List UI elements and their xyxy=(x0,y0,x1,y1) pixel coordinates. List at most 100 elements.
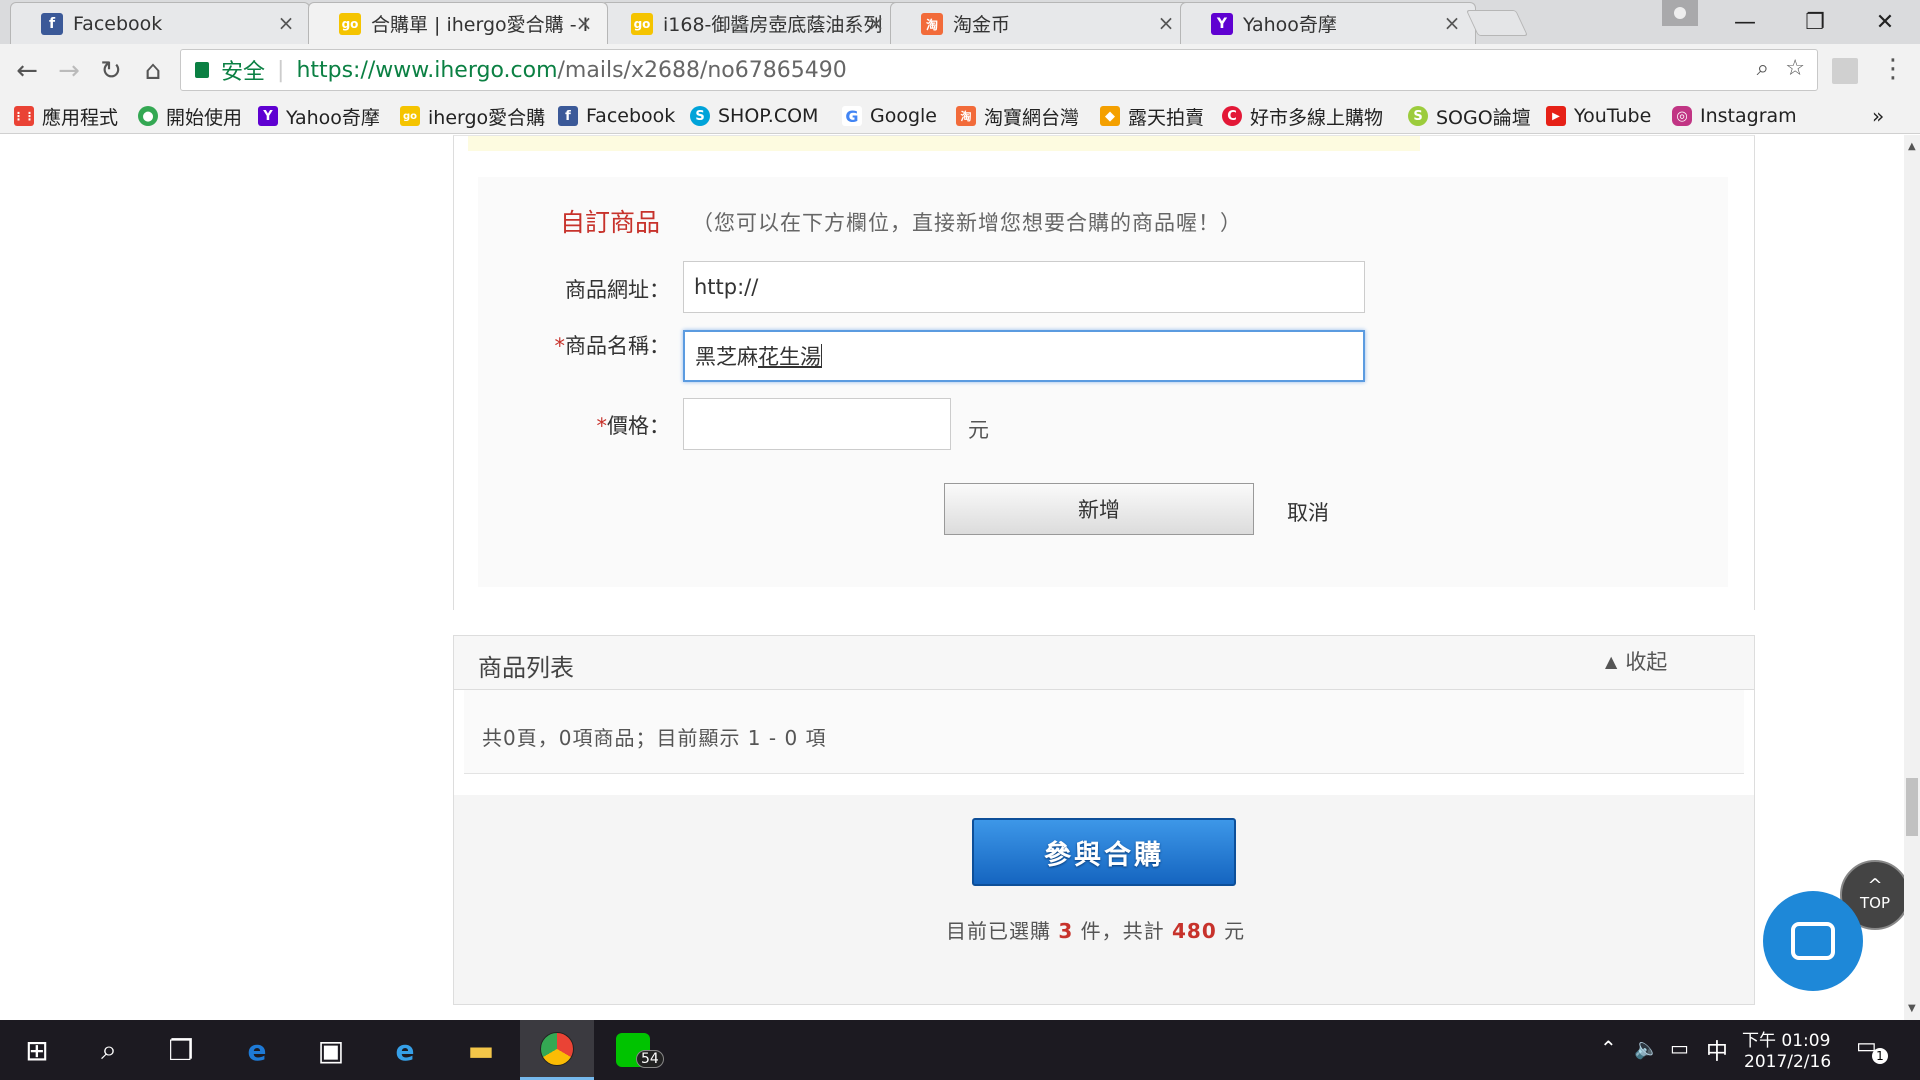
tab-title: Facebook xyxy=(73,12,163,35)
chat-button[interactable] xyxy=(1763,891,1863,991)
window-close-button[interactable]: ✕ xyxy=(1850,0,1920,44)
bookmark-youtube[interactable]: ▶ YouTube xyxy=(1546,100,1651,132)
bookmark-label: 露天拍賣 xyxy=(1128,106,1205,129)
edge-button[interactable]: e xyxy=(220,1020,294,1080)
collapse-toggle[interactable]: ▲ 收起 xyxy=(1605,646,1667,676)
ihergo-icon: go xyxy=(339,13,361,35)
close-icon[interactable]: × xyxy=(571,10,597,36)
forward-button[interactable]: → xyxy=(50,52,88,90)
bookmark-sogo[interactable]: S SOGO論壇 xyxy=(1408,100,1531,132)
youtube-icon: ▶ xyxy=(1546,106,1566,126)
network-icon[interactable]: ▭ xyxy=(1670,1036,1689,1060)
pdf-extension-icon[interactable] xyxy=(1832,58,1858,84)
bookmark-instagram[interactable]: ◎ Instagram xyxy=(1672,100,1797,132)
chrome-icon: ● xyxy=(138,106,158,126)
bookmark-label: 好市多線上購物 xyxy=(1250,106,1384,129)
restore-button[interactable]: ❐ xyxy=(1780,0,1850,44)
close-icon[interactable]: × xyxy=(863,10,889,36)
bookmark-facebook[interactable]: f Facebook xyxy=(558,100,675,132)
clock-time[interactable]: 下午 01:09 xyxy=(1742,1026,1830,1051)
collapse-label: 收起 xyxy=(1625,650,1668,674)
bookmark-shopcom[interactable]: S SHOP.COM xyxy=(690,100,818,132)
bookmark-label: SHOP.COM xyxy=(718,105,819,127)
price-input[interactable] xyxy=(683,398,951,450)
profile-button[interactable] xyxy=(1662,0,1698,26)
scroll-down-icon[interactable]: ▼ xyxy=(1908,1003,1916,1014)
reload-button[interactable]: ↻ xyxy=(92,52,130,90)
reload-icon: ↻ xyxy=(100,56,122,86)
tab-taobao[interactable]: 淘 淘金币 × xyxy=(890,2,1190,44)
star-icon[interactable]: ☆ xyxy=(1785,56,1805,81)
bookmark-label: Facebook xyxy=(586,105,676,127)
back-button[interactable]: ← xyxy=(8,52,46,90)
bookmarks-overflow[interactable]: » xyxy=(1872,100,1884,132)
url-label: 商品網址： xyxy=(565,278,670,302)
add-button[interactable]: 新增 xyxy=(944,483,1254,535)
name-label: 商品名稱： xyxy=(565,334,670,358)
menu-icon[interactable]: ⋮ xyxy=(1880,54,1906,84)
text-cursor xyxy=(821,344,822,368)
home-button[interactable]: ⌂ xyxy=(134,52,172,90)
zoom-icon[interactable]: ⌕ xyxy=(1757,56,1769,81)
tab-i168[interactable]: go i168-御醬房壺底蔭油系列 × xyxy=(600,2,900,44)
bookmark-getting-started[interactable]: ● 開始使用 xyxy=(138,100,242,132)
start-button[interactable]: ⊞ xyxy=(0,1020,74,1080)
search-button[interactable]: ⌕ xyxy=(72,1020,146,1080)
bookmark-ihergo[interactable]: go ihergo愛合購 xyxy=(400,100,545,132)
bookmark-label: Yahoo奇摩 xyxy=(286,106,380,129)
status-suffix: 元 xyxy=(1224,919,1246,943)
instagram-icon: ◎ xyxy=(1672,106,1692,126)
ie-button[interactable]: e xyxy=(368,1020,442,1080)
tab-facebook[interactable]: f Facebook × xyxy=(10,2,310,44)
line-button[interactable]: 54 xyxy=(596,1020,670,1080)
ime-indicator[interactable]: 中 xyxy=(1706,1034,1728,1066)
tray-chevron-icon[interactable]: ⌃ xyxy=(1600,1036,1617,1060)
bookmark-taobao[interactable]: 淘淘寶網台灣 xyxy=(956,100,1079,132)
chrome-icon xyxy=(540,1031,574,1066)
product-list-title: 商品列表 xyxy=(478,654,574,682)
selected-count: 3 xyxy=(1058,919,1074,943)
new-tab-button[interactable] xyxy=(1465,10,1529,36)
triangle-up-icon: ▲ xyxy=(1605,651,1618,671)
close-icon[interactable]: × xyxy=(1153,10,1179,36)
page-scrollbar[interactable]: ▲ ▼ xyxy=(1904,135,1920,1020)
security-label: 安全 xyxy=(221,60,266,85)
tab-yahoo[interactable]: Y Yahoo奇摩 × xyxy=(1180,2,1476,44)
folder-icon: ▬ xyxy=(467,1033,495,1067)
action-center-button[interactable]: ▭ 1 xyxy=(1856,1034,1888,1064)
product-name-input[interactable]: 黑芝麻 花生湯 xyxy=(683,330,1365,382)
ihergo-icon: go xyxy=(631,13,653,35)
scroll-thumb[interactable] xyxy=(1906,778,1918,836)
page-content: 自訂商品 （您可以在下方欄位，直接新增您想要合購的商品喔！） 商品網址： htt… xyxy=(0,135,1904,1020)
required-mark: * xyxy=(554,334,566,358)
list-summary: 共0頁，0項商品；目前顯示 1 - 0 項 xyxy=(482,726,827,750)
minimize-button[interactable]: — xyxy=(1710,0,1780,44)
chrome-taskbar-button[interactable] xyxy=(520,1020,594,1080)
store-button[interactable]: ▣ xyxy=(294,1020,368,1080)
sogo-icon: S xyxy=(1408,106,1428,126)
join-group-buy-button[interactable]: 參與合購 xyxy=(972,818,1236,886)
file-explorer-button[interactable]: ▬ xyxy=(444,1020,518,1080)
clock-date[interactable]: 2017/2/16 xyxy=(1744,1052,1831,1072)
product-url-input[interactable]: http:// xyxy=(683,261,1365,313)
cancel-link[interactable]: 取消 xyxy=(1287,497,1329,527)
address-bar[interactable]: 安全 | https://www.ihergo.com /mails/x2688… xyxy=(180,49,1818,91)
bookmark-apps[interactable]: ⋮⋮ 應用程式 xyxy=(13,100,118,132)
product-list-header xyxy=(454,636,1754,690)
product-name-text: 黑芝麻 xyxy=(695,345,758,369)
bookmark-yahoo[interactable]: Y Yahoo奇摩 xyxy=(258,100,380,132)
google-icon: G xyxy=(842,106,862,126)
close-icon[interactable]: × xyxy=(273,10,299,36)
bookmark-ruten[interactable]: ◆ 露天拍賣 xyxy=(1100,100,1204,132)
scroll-up-icon[interactable]: ▲ xyxy=(1908,141,1916,152)
bookmarks-bar: ⋮⋮ 應用程式 ● 開始使用 Y Yahoo奇摩 go ihergo愛合購 f Faceb… xyxy=(0,98,1920,134)
close-icon[interactable]: × xyxy=(1439,10,1465,36)
task-view-button[interactable]: ❐ xyxy=(144,1020,218,1080)
tab-ihergo-active[interactable]: go 合購單 | ihergo愛合購 - I × xyxy=(308,2,608,44)
bookmark-costco[interactable]: C 好市多線上購物 xyxy=(1222,100,1383,132)
ruten-icon: ◆ xyxy=(1100,106,1120,126)
bookmark-label: Instagram xyxy=(1700,105,1797,127)
tab-title: 合購單 | ihergo愛合購 - I xyxy=(371,14,589,36)
volume-icon[interactable]: 🔈 xyxy=(1634,1036,1659,1060)
bookmark-google[interactable]: G Google xyxy=(842,100,937,132)
